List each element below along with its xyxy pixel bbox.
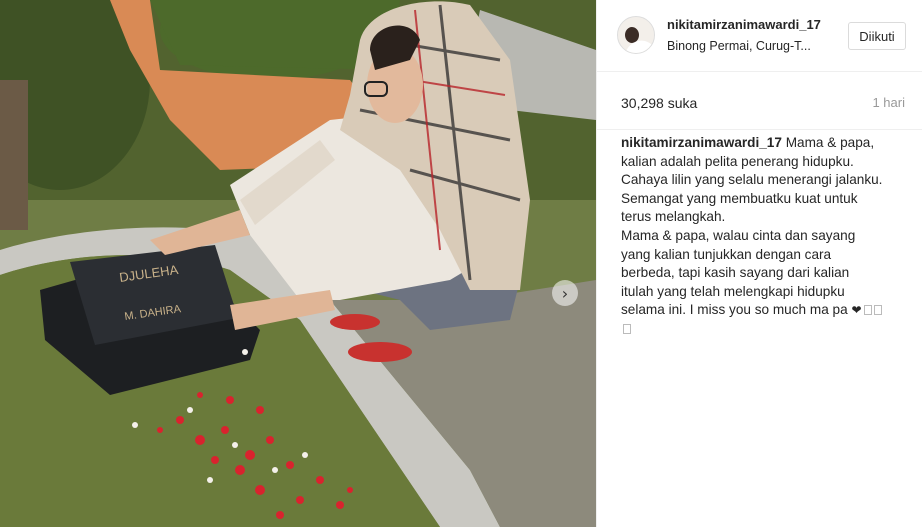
next-photo-button[interactable]: ›: [552, 280, 578, 306]
caption-line: Semangat yang membuatku kuat untuk: [621, 190, 858, 206]
profile-photo-icon[interactable]: [617, 16, 655, 54]
location-link[interactable]: Binong Permai, Curug-T...: [667, 39, 827, 53]
caption-line: Mama & papa, walau cinta dan sayang: [621, 227, 856, 243]
caption-line: itulah yang telah melengkapi hidupku: [621, 283, 845, 299]
post-caption: nikitamirzanimawardi_17 Mama & papa, kal…: [621, 134, 911, 339]
post-time[interactable]: 1 hari: [872, 95, 905, 110]
likes-row: 30,298 suka 1 hari: [597, 72, 922, 130]
post-header: nikitamirzanimawardi_17 Binong Permai, C…: [597, 0, 922, 72]
caption-line: berbeda, tapi kasih sayang dari kalian: [621, 265, 850, 281]
caption-line: selama ini. I miss you so much ma pa: [621, 302, 848, 318]
post-photo[interactable]: DJULEHA M. DAHIRA ›: [0, 0, 596, 527]
likes-count[interactable]: 30,298 suka: [621, 95, 697, 111]
caption-username[interactable]: nikitamirzanimawardi_17: [621, 135, 782, 150]
post-photo-scene: DJULEHA M. DAHIRA: [0, 0, 596, 527]
caption-line: yang kalian tunjukkan dengan cara: [621, 246, 832, 262]
username-link[interactable]: nikitamirzanimawardi_17: [667, 17, 821, 32]
following-button[interactable]: Diikuti: [848, 22, 906, 50]
post-sidebar: nikitamirzanimawardi_17 Binong Permai, C…: [596, 0, 922, 527]
caption-line: Cahaya lilin yang selalu menerangi jalan…: [621, 172, 883, 188]
caption-line: terus melangkah.: [621, 209, 726, 225]
chevron-right-icon: ›: [561, 283, 569, 303]
missing-emoji-icon: [873, 305, 882, 316]
missing-emoji-icon: [623, 323, 631, 334]
caption-line: Mama & papa,: [785, 135, 875, 150]
caption-line: kalian adalah pelita penerang hidupku.: [621, 153, 854, 169]
missing-emoji-icon: [863, 305, 872, 316]
heart-emoji-icon: ❤: [851, 303, 862, 318]
